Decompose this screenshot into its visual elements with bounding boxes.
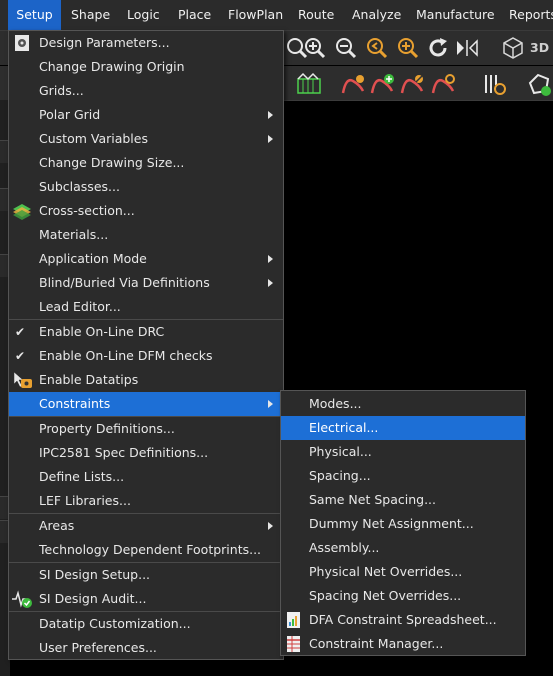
3d-view-icon[interactable] [500, 35, 526, 61]
submenu-item-physical[interactable]: Physical... [281, 440, 525, 464]
constraints-submenu: Modes... Electrical... Physical... Spaci… [280, 390, 526, 656]
submenu-item-dfa-constraint-spreadsheet[interactable]: DFA Constraint Spreadsheet... [281, 608, 525, 632]
submenu-arrow-icon [268, 111, 273, 119]
submenu-arrow-icon [268, 255, 273, 263]
menu-item-enable-datatips[interactable]: Enable Datatips [9, 368, 283, 392]
menu-reports[interactable]: Reports [509, 0, 553, 30]
menu-item-custom-variables[interactable]: Custom Variables [9, 127, 283, 151]
menu-item-cross-section[interactable]: Cross-section... [9, 199, 283, 223]
spreadsheet-icon [283, 610, 305, 630]
submenu-item-modes[interactable]: Modes... [281, 392, 525, 416]
menu-logic[interactable]: Logic [127, 0, 160, 30]
submenu-item-assembly[interactable]: Assembly... [281, 536, 525, 560]
menu-item-user-preferences[interactable]: User Preferences... [9, 636, 283, 660]
menu-analyze[interactable]: Analyze [352, 0, 401, 30]
menu-item-change-drawing-origin[interactable]: Change Drawing Origin [9, 55, 283, 79]
menu-item-define-lists[interactable]: Define Lists... [9, 465, 283, 489]
datatips-icon [11, 370, 33, 390]
submenu-arrow-icon [268, 135, 273, 143]
menu-place[interactable]: Place [178, 0, 211, 30]
constraint-manager-icon [283, 634, 305, 654]
checkmark-icon: ✔ [15, 325, 26, 339]
menu-item-technology-dependent-footprints[interactable]: Technology Dependent Footprints... [9, 538, 283, 562]
submenu-item-spacing[interactable]: Spacing... [281, 464, 525, 488]
grid-icon[interactable] [296, 71, 322, 97]
menu-item-si-design-audit[interactable]: SI Design Audit... [9, 587, 283, 611]
checkmark-icon: ✔ [15, 349, 26, 363]
submenu-arrow-icon [268, 522, 273, 530]
zoom-in-icon[interactable] [302, 35, 328, 61]
menu-item-change-drawing-size[interactable]: Change Drawing Size... [9, 151, 283, 175]
menu-item-materials[interactable]: Materials... [9, 223, 283, 247]
menu-manufacture[interactable]: Manufacture [416, 0, 495, 30]
menu-item-lef-libraries[interactable]: LEF Libraries... [9, 489, 283, 513]
menu-item-enable-online-dfm[interactable]: ✔ Enable On-Line DFM checks [9, 344, 283, 368]
zoom-previous-icon[interactable] [364, 35, 390, 61]
submenu-arrow-icon [268, 400, 273, 408]
cross-section-icon [11, 201, 33, 221]
menu-item-areas[interactable]: Areas [9, 514, 283, 538]
menu-item-si-design-setup[interactable]: SI Design Setup... [9, 563, 283, 587]
design-parameters-icon [11, 33, 33, 53]
submenu-item-constraint-manager[interactable]: Constraint Manager... [281, 632, 525, 656]
bus-route-icon[interactable] [482, 71, 508, 97]
submenu-arrow-icon [268, 279, 273, 287]
menu-flowplan[interactable]: FlowPlan [228, 0, 283, 30]
zoom-out-icon[interactable] [333, 35, 359, 61]
menu-item-enable-online-drc[interactable]: ✔ Enable On-Line DRC [9, 320, 283, 344]
menu-item-application-mode[interactable]: Application Mode [9, 247, 283, 271]
submenu-item-same-net-spacing[interactable]: Same Net Spacing... [281, 488, 525, 512]
delay-tune-icon[interactable] [430, 71, 456, 97]
setup-menu: Design Parameters... Change Drawing Orig… [8, 30, 284, 660]
3d-label[interactable]: 3D [530, 33, 549, 63]
add-connect-icon[interactable] [340, 71, 366, 97]
menu-item-polar-grid[interactable]: Polar Grid [9, 103, 283, 127]
submenu-item-spacing-net-overrides[interactable]: Spacing Net Overrides... [281, 584, 525, 608]
zoom-fit-icon[interactable] [395, 35, 421, 61]
flip-view-icon[interactable] [453, 35, 479, 61]
menu-item-subclasses[interactable]: Subclasses... [9, 175, 283, 199]
menu-item-datatip-customization[interactable]: Datatip Customization... [9, 612, 283, 636]
menu-item-blind-buried-via-definitions[interactable]: Blind/Buried Via Definitions [9, 271, 283, 295]
slide-icon[interactable] [399, 71, 425, 97]
menu-item-property-definitions[interactable]: Property Definitions... [9, 417, 283, 441]
menu-item-ipc2581-spec-definitions[interactable]: IPC2581 Spec Definitions... [9, 441, 283, 465]
menu-shape[interactable]: Shape [71, 0, 110, 30]
menu-route[interactable]: Route [298, 0, 334, 30]
menu-bar: Setup Shape Logic Place FlowPlan Route A… [0, 0, 553, 31]
menu-item-constraints[interactable]: Constraints [9, 392, 283, 416]
submenu-item-electrical[interactable]: Electrical... [281, 416, 525, 440]
menu-setup[interactable]: Setup [8, 0, 61, 30]
add-via-icon[interactable] [369, 71, 395, 97]
si-design-audit-icon [11, 589, 33, 609]
menu-item-lead-editor[interactable]: Lead Editor... [9, 295, 283, 319]
shape-add-icon[interactable] [526, 71, 552, 97]
submenu-item-dummy-net-assignment[interactable]: Dummy Net Assignment... [281, 512, 525, 536]
submenu-item-physical-net-overrides[interactable]: Physical Net Overrides... [281, 560, 525, 584]
menu-item-grids[interactable]: Grids... [9, 79, 283, 103]
redraw-icon[interactable] [425, 35, 451, 61]
menu-item-design-parameters[interactable]: Design Parameters... [9, 31, 283, 55]
